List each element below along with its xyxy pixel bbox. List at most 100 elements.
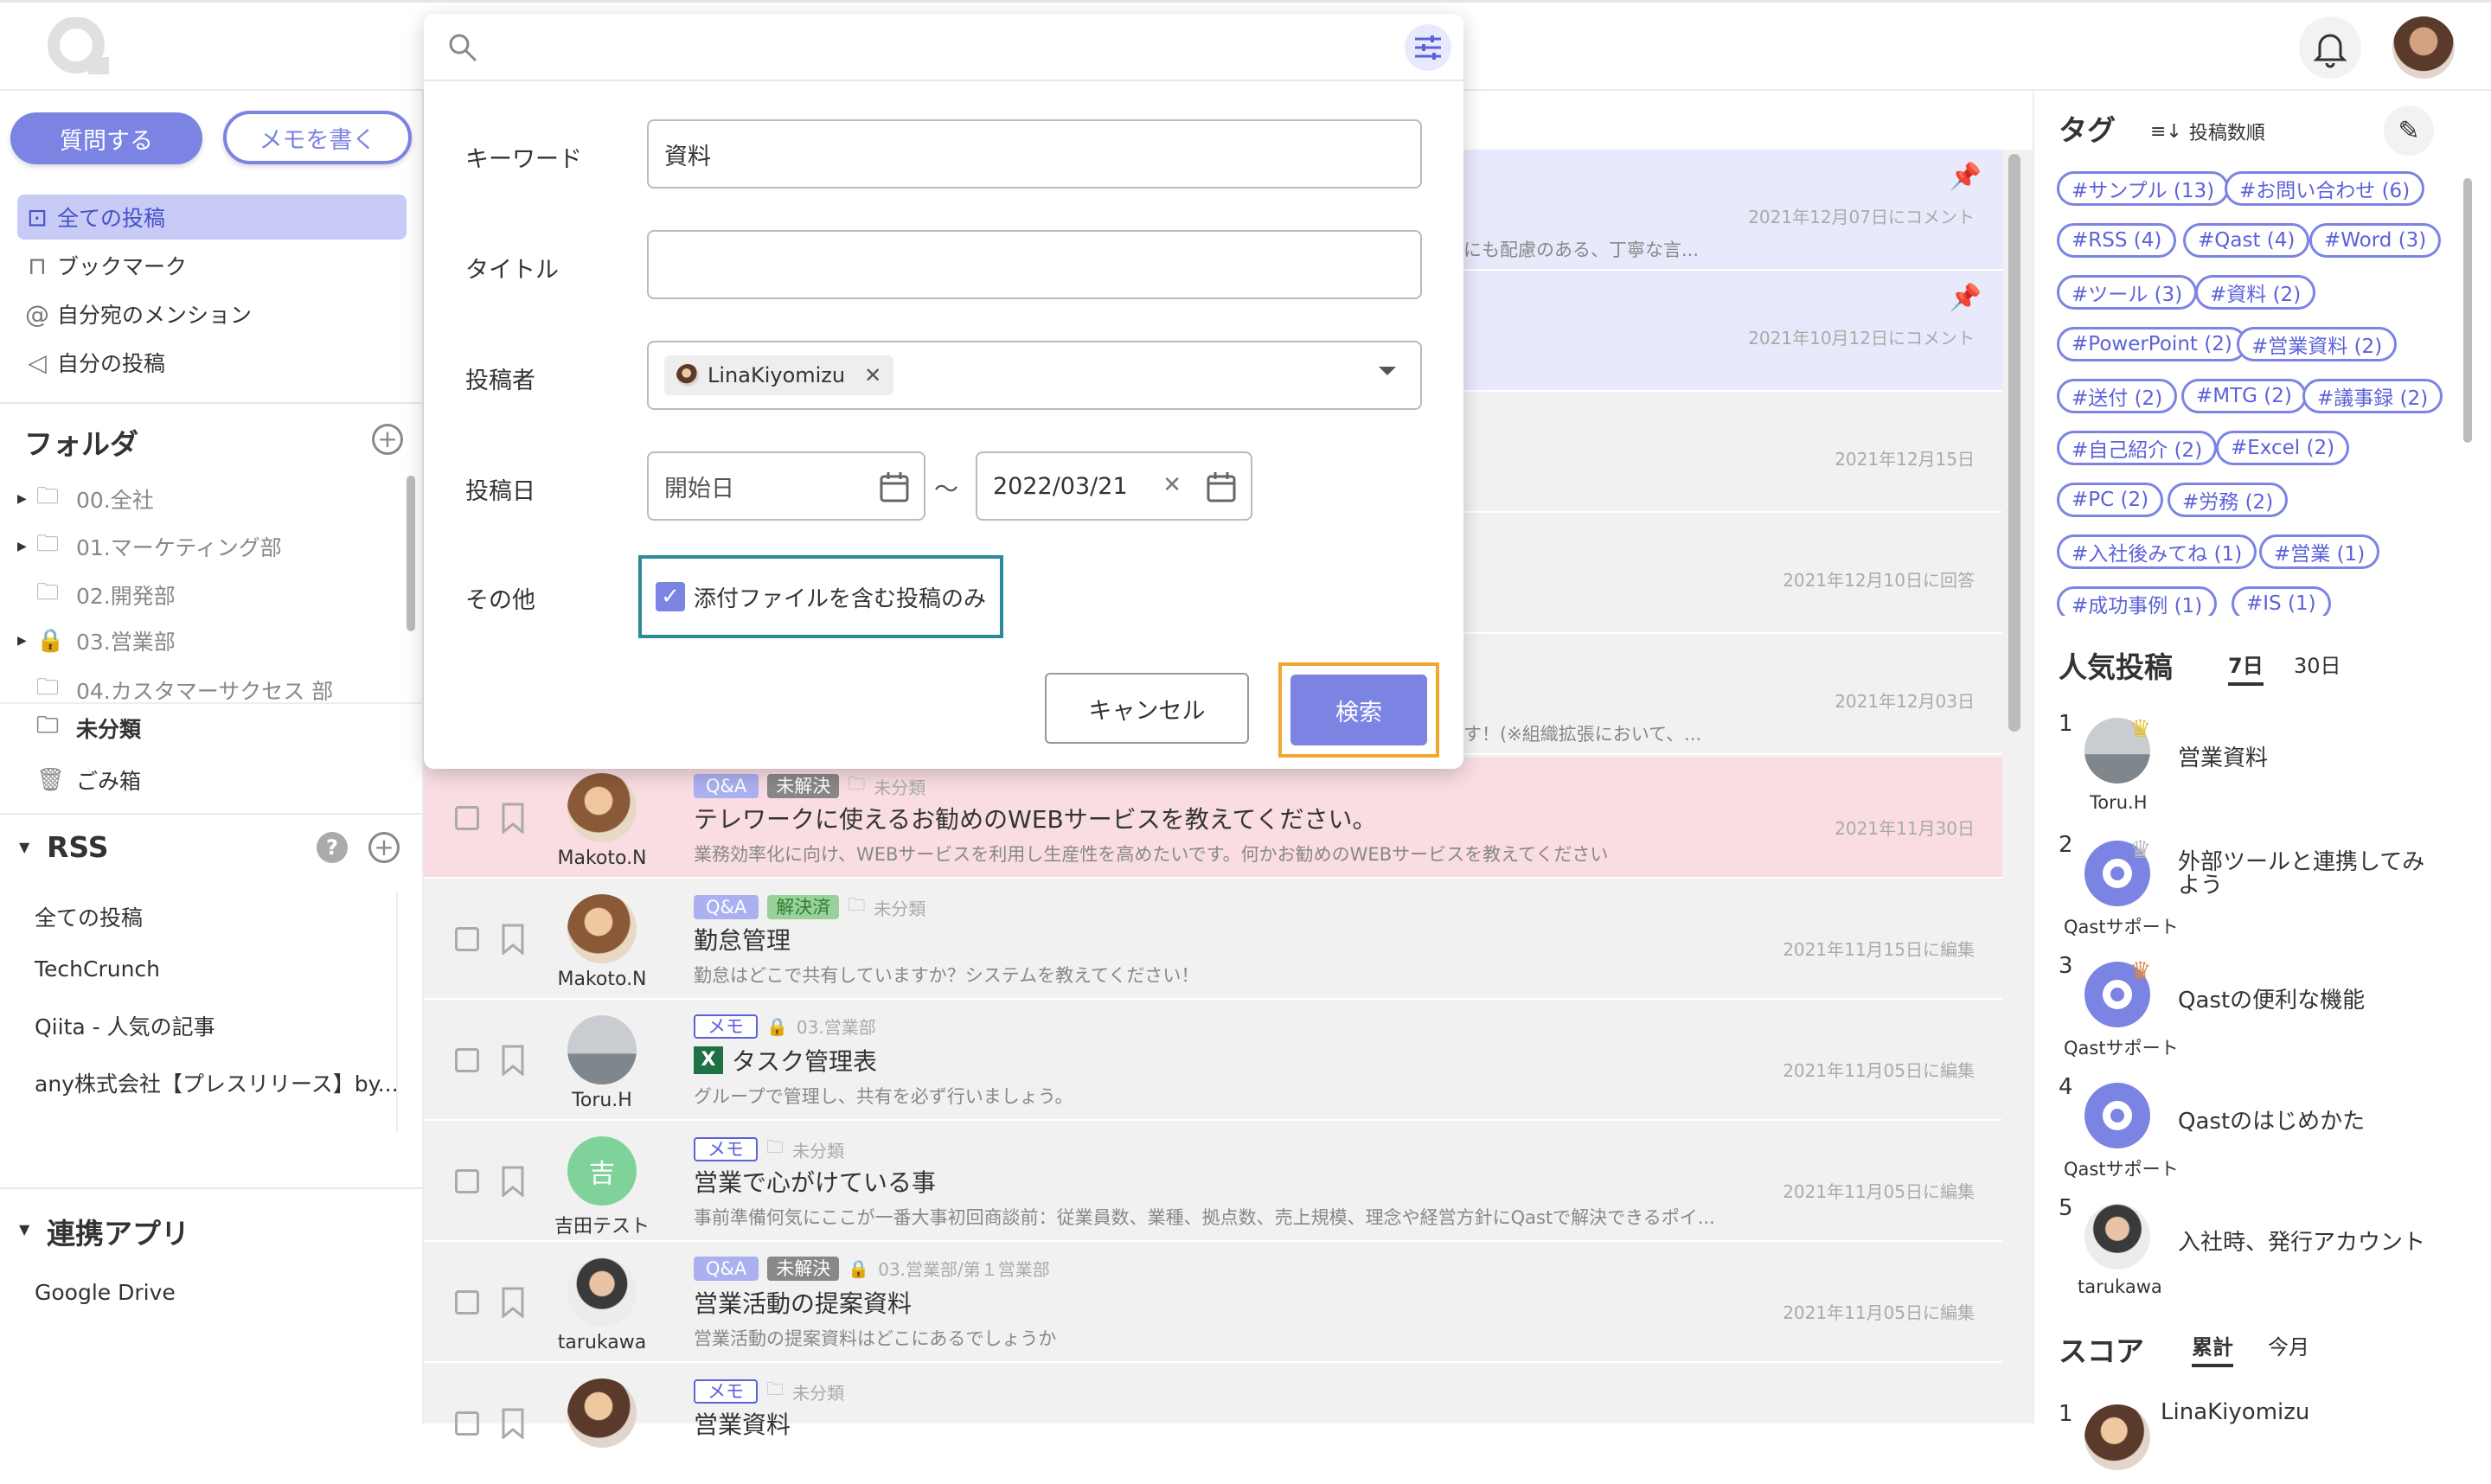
folder-item[interactable]: ▶ 🗀 00.全社 bbox=[17, 478, 154, 520]
folder-item[interactable]: 🗀 04.カスタマーサクセス 部 bbox=[17, 669, 333, 711]
tag-pill[interactable]: #送付 (2) bbox=[2057, 379, 2178, 413]
rss-item[interactable]: any株式会社【プレスリリース】by... bbox=[35, 1067, 399, 1098]
nav-all-posts[interactable]: ⊡ 全ての投稿 bbox=[17, 195, 407, 240]
user-avatar[interactable] bbox=[567, 894, 637, 963]
nav-bookmarks[interactable]: ⊓ ブックマーク bbox=[17, 243, 407, 288]
add-rss-icon[interactable]: + bbox=[368, 832, 400, 863]
table-row[interactable]: Makoto.N Q&A 未解決 🗀 未分類 テレワークに使えるお勧めのWEBサ… bbox=[424, 758, 2002, 879]
table-row[interactable]: メモ 🗀 未分類 営業資料 bbox=[424, 1363, 2002, 1484]
dropdown-arrow-icon[interactable] bbox=[1379, 367, 1396, 375]
post-title[interactable]: 営業で心がけている事 bbox=[694, 1164, 936, 1199]
nav-my-posts[interactable]: ◁ 自分の投稿 bbox=[17, 340, 407, 385]
keyword-field[interactable]: 資料 bbox=[647, 119, 1422, 189]
write-memo-button[interactable]: メモを書く bbox=[223, 111, 412, 164]
tag-pill[interactable]: #ツール (3) bbox=[2057, 275, 2198, 310]
attach-option[interactable]: ✓ 添付ファイルを含む投稿のみ bbox=[638, 555, 1003, 638]
tag-pill[interactable]: #営業資料 (2) bbox=[2237, 327, 2398, 361]
row-checkbox[interactable] bbox=[455, 927, 479, 951]
popular-title[interactable]: Qastの便利な機能 bbox=[2178, 982, 2365, 1014]
table-row[interactable]: 📌 2021年10月12日にコメント bbox=[1463, 271, 2002, 392]
tag-pill[interactable]: #議事録 (2) bbox=[2302, 379, 2443, 413]
date-end-field[interactable]: 2022/03/21 ✕ bbox=[976, 451, 1252, 521]
user-avatar[interactable]: 吉 bbox=[567, 1136, 637, 1206]
tag-pill[interactable]: #労務 (2) bbox=[2168, 483, 2289, 517]
edit-pencil-icon[interactable]: ✎ bbox=[2384, 106, 2434, 156]
qast-logo[interactable] bbox=[47, 17, 111, 76]
ask-question-button[interactable]: 質問する bbox=[10, 112, 202, 164]
score-avatar[interactable] bbox=[2084, 1404, 2150, 1470]
post-title[interactable]: X タスク管理表 bbox=[694, 1043, 877, 1078]
bookmark-icon[interactable] bbox=[500, 1287, 526, 1318]
help-icon[interactable]: ? bbox=[317, 832, 348, 863]
row-checkbox[interactable] bbox=[455, 1290, 479, 1314]
title-field[interactable] bbox=[647, 230, 1422, 299]
user-avatar[interactable] bbox=[567, 1257, 637, 1327]
list-scrollbar[interactable] bbox=[2008, 154, 2020, 732]
user-avatar[interactable] bbox=[567, 1015, 637, 1084]
add-folder-icon[interactable]: + bbox=[372, 424, 403, 455]
tag-pill[interactable]: #営業 (1) bbox=[2259, 534, 2380, 569]
tag-pill[interactable]: #自己紹介 (2) bbox=[2057, 431, 2218, 465]
tag-pill[interactable]: #Excel (2) bbox=[2216, 431, 2350, 465]
popular-title[interactable]: Qastのはじめかた bbox=[2178, 1103, 2365, 1135]
post-title[interactable]: 勤怠管理 bbox=[694, 922, 791, 956]
popular-tab-7d[interactable]: 7日 bbox=[2228, 649, 2264, 686]
table-row[interactable]: 2021年12月10日に回答 bbox=[1463, 513, 2002, 634]
notification-bell-icon[interactable] bbox=[2299, 16, 2361, 79]
uncategorized-item[interactable]: 🗀 未分類 bbox=[17, 707, 141, 749]
caret-right-icon[interactable]: ▶ bbox=[17, 492, 36, 506]
tag-pill[interactable]: #IS (1) bbox=[2232, 586, 2331, 616]
date-start-field[interactable]: 開始日 bbox=[647, 451, 925, 521]
popular-avatar[interactable] bbox=[2084, 1083, 2150, 1148]
chip-remove-icon[interactable]: ✕ bbox=[864, 363, 881, 387]
post-title[interactable]: 営業資料 bbox=[694, 1406, 791, 1441]
table-row[interactable]: Toru.H メモ 🔒 03.営業部 X タスク管理表 グループで管理し、共有を… bbox=[424, 1000, 2002, 1121]
calendar-icon[interactable] bbox=[1206, 470, 1237, 503]
bookmark-icon[interactable] bbox=[500, 1166, 526, 1197]
tag-pill[interactable]: #MTG (2) bbox=[2181, 379, 2307, 413]
user-avatar[interactable] bbox=[567, 1378, 637, 1448]
rss-item[interactable]: TechCrunch bbox=[35, 956, 160, 982]
clear-date-icon[interactable]: ✕ bbox=[1162, 472, 1181, 498]
score-tab-month[interactable]: 今月 bbox=[2268, 1330, 2309, 1360]
user-avatar[interactable] bbox=[2392, 16, 2455, 79]
score-tab-total[interactable]: 累計 bbox=[2192, 1330, 2233, 1367]
tag-pill[interactable]: #成功事例 (1) bbox=[2057, 586, 2218, 616]
apps-caret-icon[interactable]: ▼ bbox=[19, 1221, 29, 1238]
table-row[interactable]: 2021年12月03日 す！(※組織拡張において、... bbox=[1463, 634, 2002, 755]
row-checkbox[interactable] bbox=[455, 1411, 479, 1436]
post-title[interactable]: テレワークに使えるお勧めのWEBサービスを教えてください。 bbox=[694, 801, 1377, 835]
user-avatar[interactable] bbox=[567, 773, 637, 842]
table-row[interactable]: Makoto.N Q&A 解決済 🗀 未分類 勤怠管理 勤怠はどこで共有していま… bbox=[424, 879, 2002, 1000]
bookmark-icon[interactable] bbox=[500, 924, 526, 955]
tag-pill[interactable]: #PC (2) bbox=[2057, 483, 2164, 517]
popular-avatar[interactable] bbox=[2084, 1204, 2150, 1270]
tag-pill[interactable]: #入社後みてね (1) bbox=[2057, 534, 2257, 569]
tag-pill[interactable]: #PowerPoint (2) bbox=[2057, 327, 2247, 361]
trash-item[interactable]: 🗑 ごみ箱 bbox=[17, 759, 141, 801]
folder-item[interactable]: 🗀 02.開発部 bbox=[17, 574, 176, 616]
bookmark-icon[interactable] bbox=[500, 1408, 526, 1439]
folder-item[interactable]: ▶ 🔒 03.営業部 bbox=[17, 620, 176, 662]
rss-item[interactable]: Qiita - 人気の記事 bbox=[35, 1010, 215, 1041]
tag-pill[interactable]: #資料 (2) bbox=[2195, 275, 2316, 310]
app-item[interactable]: Google Drive bbox=[35, 1280, 176, 1305]
popular-title[interactable]: 営業資料 bbox=[2178, 740, 2268, 772]
popular-title[interactable]: 外部ツールと連携してみよう bbox=[2178, 850, 2437, 899]
bookmark-icon[interactable] bbox=[500, 803, 526, 834]
row-checkbox[interactable] bbox=[455, 806, 479, 830]
rss-caret-icon[interactable]: ▼ bbox=[19, 839, 29, 855]
nav-mentions[interactable]: @ 自分宛のメンション bbox=[17, 291, 407, 336]
tag-sort-toggle[interactable]: ≡↓ 投稿数順 bbox=[2150, 118, 2265, 145]
tag-pill[interactable]: #RSS (4) bbox=[2057, 223, 2177, 258]
post-title[interactable]: 営業活動の提案資料 bbox=[694, 1285, 912, 1320]
checkbox-checked-icon[interactable]: ✓ bbox=[656, 582, 685, 611]
search-button[interactable]: 検索 bbox=[1290, 675, 1427, 745]
tag-pill[interactable]: #サンプル (13) bbox=[2057, 171, 2230, 206]
table-row[interactable]: 2021年12月15日 bbox=[1463, 392, 2002, 513]
row-checkbox[interactable] bbox=[455, 1048, 479, 1072]
popular-title[interactable]: 入社時、発行アカウント bbox=[2178, 1225, 2425, 1257]
search-input[interactable] bbox=[493, 26, 1358, 69]
table-row[interactable]: 吉 吉田テスト メモ 🗀 未分類 営業で心がけている事 事前準備何気にここが一番… bbox=[424, 1121, 2002, 1242]
caret-right-icon[interactable]: ▶ bbox=[17, 540, 36, 553]
